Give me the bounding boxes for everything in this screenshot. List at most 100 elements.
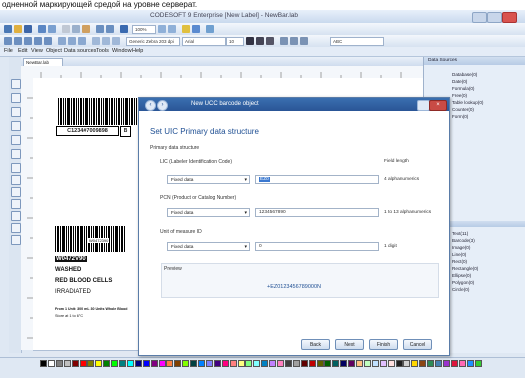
color-swatch[interactable] [142,360,150,367]
color-swatch[interactable] [87,360,95,367]
color-swatch[interactable] [300,360,308,367]
color-swatch[interactable] [450,360,458,367]
color-swatch[interactable] [166,360,174,367]
object-item[interactable]: Rectangle(0) [452,266,478,271]
align-center-icon[interactable] [68,37,76,45]
bold-icon[interactable] [120,25,128,33]
forward-arrow-icon[interactable]: › [157,100,168,111]
select-tool-icon[interactable] [4,37,12,45]
barcode-object-icon[interactable] [11,121,21,131]
color-swatch[interactable] [55,360,63,367]
color-swatch[interactable] [103,360,111,367]
pcn-value-input[interactable]: 1234567890 [255,208,379,217]
color-swatch[interactable] [340,360,348,367]
color-swatch[interactable] [229,360,237,367]
lic-value-input[interactable]: EZ0 [255,175,379,184]
align-left-icon[interactable] [58,37,66,45]
zoom-combo[interactable]: 100% [132,25,156,34]
pcn-type-select[interactable]: Fixed data ▾ [167,208,250,217]
menu-window[interactable]: Window [112,48,132,54]
top-barcode-flag[interactable]: B [120,126,131,137]
open-icon[interactable] [14,25,22,33]
text-align-center-icon[interactable] [290,37,298,45]
zoom-out-icon[interactable] [168,25,176,33]
small-text-line-1[interactable]: From 1 Unit: 300 mL 30 Units Whole Blood [55,307,127,311]
color-swatch[interactable] [419,360,427,367]
color-swatch[interactable] [363,360,371,367]
color-swatch[interactable] [348,360,356,367]
color-swatch[interactable] [134,360,142,367]
unit-id-text[interactable]: W0472V90 [55,256,87,262]
new-icon[interactable] [4,25,12,33]
close-button[interactable] [502,12,517,23]
text-tool-icon[interactable] [14,37,22,45]
menu-edit[interactable]: Edit [18,48,27,54]
uom-type-select[interactable]: Fixed data ▾ [167,242,250,251]
data-source-item[interactable]: Form(0) [452,114,468,119]
font-combo[interactable]: Arial [182,37,226,46]
pointer-tool-icon[interactable] [11,79,21,89]
shape-tool-icon[interactable] [44,37,52,45]
polygon-object-icon[interactable] [11,187,21,197]
maximize-button[interactable] [487,12,502,23]
copy-icon[interactable] [72,25,80,33]
color-swatch[interactable] [474,360,482,367]
color-swatch[interactable] [324,360,332,367]
text-object-icon[interactable] [11,93,21,103]
table-object-icon[interactable] [11,199,21,209]
bold-text-icon[interactable] [246,37,254,45]
menu-object[interactable]: Object [46,48,62,54]
top-barcode[interactable] [58,98,138,125]
color-swatch[interactable] [316,360,324,367]
zoom-in-icon[interactable] [158,25,166,33]
field-combo[interactable]: ABC [330,37,384,46]
image-tool-icon[interactable] [34,37,42,45]
color-swatch[interactable] [253,360,261,367]
color-swatch[interactable] [269,360,277,367]
data-source-item[interactable]: Date(0) [452,79,467,84]
color-swatch[interactable] [79,360,87,367]
color-swatch[interactable] [47,360,55,367]
line-object-icon[interactable] [11,149,21,159]
color-swatch[interactable] [379,360,387,367]
color-swatch[interactable] [245,360,253,367]
color-swatch[interactable] [435,360,442,367]
color-swatch[interactable] [40,360,47,367]
color-swatch[interactable] [182,360,190,367]
color-swatch[interactable] [277,360,284,367]
color-swatch[interactable] [356,360,363,367]
database-icon[interactable] [182,25,190,33]
data-source-item[interactable]: Database(0) [452,72,477,77]
color-swatch[interactable] [213,360,221,367]
product-line-3[interactable]: IRRADIATED [55,289,91,295]
color-swatch[interactable] [427,360,435,367]
top-barcode-text[interactable]: C1234#7009898 [56,126,119,136]
back-arrow-icon[interactable]: ‹ [145,100,156,111]
color-swatch[interactable] [71,360,79,367]
color-swatch[interactable] [411,360,419,367]
menu-tools[interactable]: Tools [96,48,109,54]
paste-icon[interactable] [82,25,90,33]
color-swatch[interactable] [458,360,466,367]
color-swatch[interactable] [395,360,403,367]
color-swatch[interactable] [205,360,213,367]
underline-text-icon[interactable] [266,37,274,45]
data-source-item[interactable]: Counter(0) [452,107,474,112]
color-swatch[interactable] [442,360,450,367]
finish-button[interactable]: Finish [369,339,398,350]
ole-object-icon[interactable] [11,223,21,233]
small-text-line-2[interactable]: Store at 1 to 6°C [55,314,83,318]
color-swatch[interactable] [292,360,300,367]
menu-view[interactable]: View [31,48,43,54]
align-right-icon[interactable] [78,37,86,45]
color-swatch[interactable] [466,360,474,367]
uom-value-input[interactable]: 0 [255,242,379,251]
menu-help[interactable]: Help [132,48,143,54]
color-swatch[interactable] [332,360,340,367]
object-item[interactable]: Image(0) [452,245,470,250]
undo-icon[interactable] [96,25,104,33]
text-align-right-icon[interactable] [300,37,308,45]
save-icon[interactable] [24,25,32,33]
object-item[interactable]: Circle(0) [452,287,469,292]
print-icon[interactable] [38,25,46,33]
